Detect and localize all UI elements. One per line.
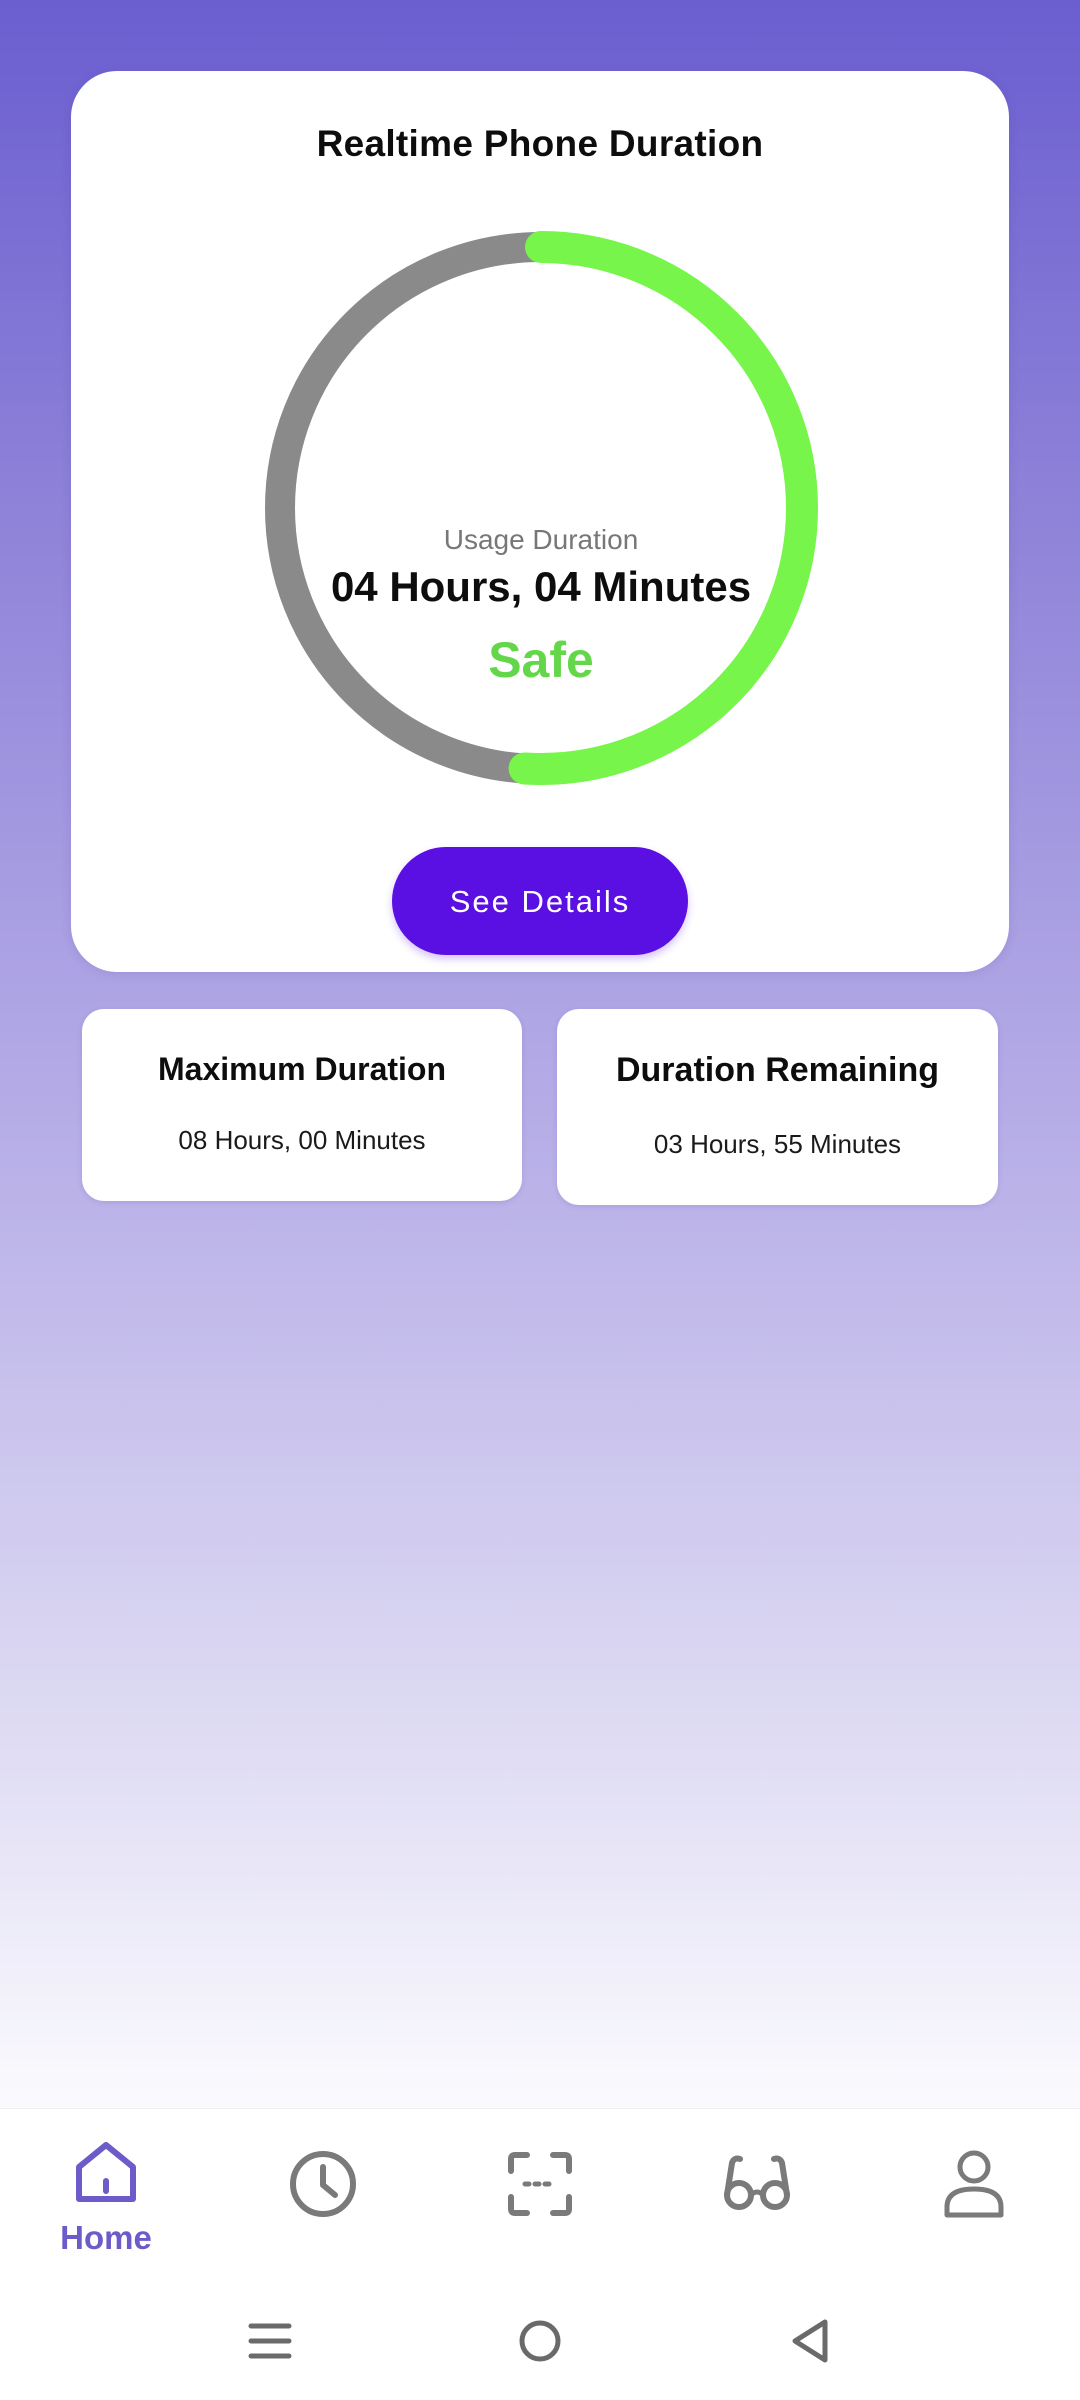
nav-item-profile[interactable] [904,2109,1044,2289]
glasses-icon [724,2155,790,2210]
back-icon [792,2319,828,2363]
bottom-navigation: Home [0,2108,1080,2289]
nav-item-history[interactable] [253,2109,393,2289]
usage-duration-value: 04 Hours, 04 Minutes [330,563,752,610]
system-navigation-bar [0,2288,1080,2400]
user-icon [944,2150,1004,2218]
see-details-button[interactable]: See Details [392,847,688,955]
nav-item-home[interactable]: Home [36,2109,176,2289]
duration-remaining-card: Duration Remaining 03 Hours, 55 Minutes [557,1009,998,1205]
recents-icon [248,2323,292,2359]
clock-icon [290,2151,356,2217]
recents-button[interactable] [235,2306,305,2376]
usage-status: Safe [488,632,594,688]
gauge-ring [264,231,818,785]
maximum-duration-card: Maximum Duration 08 Hours, 00 Minutes [82,1009,522,1201]
realtime-duration-card: Realtime Phone Duration Usage Duration 0… [71,71,1009,972]
nav-label-home: Home [60,2219,152,2256]
home-icon [76,2142,136,2202]
nav-item-eye-care[interactable] [687,2109,827,2289]
system-home-button[interactable] [505,2306,575,2376]
usage-duration-label: Usage Duration [443,524,639,555]
duration-remaining-value: 03 Hours, 55 Minutes [653,1129,902,1159]
scan-icon [508,2152,572,2216]
home-circle-icon [519,2320,561,2362]
nav-item-scan[interactable] [470,2109,610,2289]
maximum-duration-value: 08 Hours, 00 Minutes [178,1125,426,1155]
card-title: Realtime Phone Duration [316,123,764,164]
duration-remaining-title: Duration Remaining [615,1051,940,1089]
maximum-duration-title: Maximum Duration [157,1051,447,1087]
back-button[interactable] [775,2306,845,2376]
usage-gauge: Usage Duration 04 Hours, 04 Minutes Safe [261,228,821,788]
